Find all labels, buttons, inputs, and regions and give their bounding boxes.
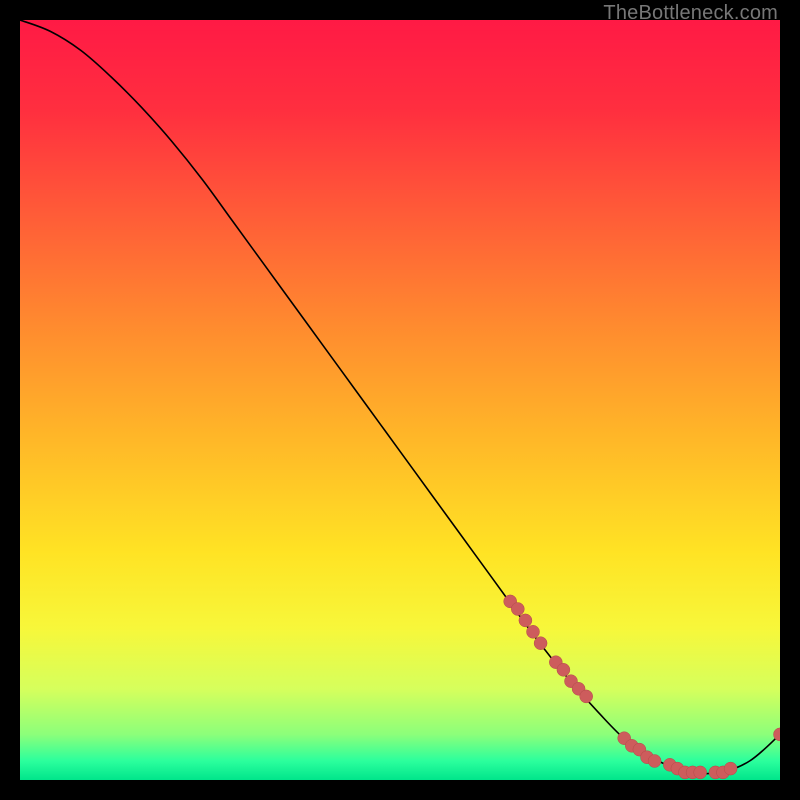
chart-stage: TheBottleneck.com (0, 0, 800, 800)
data-marker (519, 614, 532, 627)
data-marker (724, 762, 737, 775)
bottleneck-curve (20, 20, 780, 774)
marker-group (504, 595, 780, 779)
curve-layer (20, 20, 780, 780)
watermark-text: TheBottleneck.com (603, 2, 778, 25)
data-marker (580, 690, 593, 703)
data-marker (527, 625, 540, 638)
plot-area (20, 20, 780, 780)
data-marker (534, 637, 547, 650)
data-marker (511, 603, 524, 616)
data-marker (694, 766, 707, 779)
data-marker (557, 663, 570, 676)
data-marker (648, 755, 661, 768)
